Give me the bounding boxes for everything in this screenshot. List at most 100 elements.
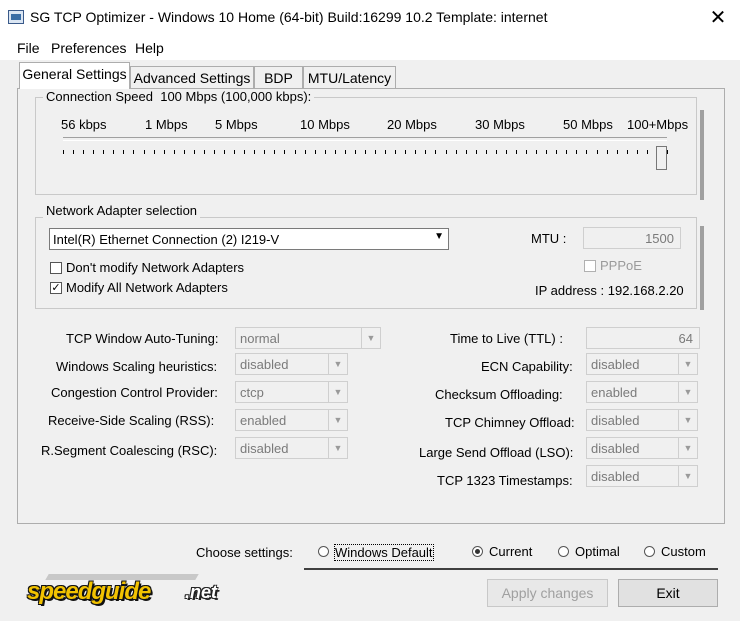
modify-all-checkbox[interactable]: ✓ [50,282,62,294]
connection-speed-group [35,97,697,195]
select-lso[interactable]: disabled ▼ [586,437,698,459]
slider-tick [667,150,668,154]
label-timestamps: TCP 1323 Timestamps: [437,473,573,488]
pppoe-label: PPPoE [600,258,642,273]
chevron-down-icon: ▼ [328,410,347,430]
option-custom[interactable]: Custom [661,544,706,559]
label-ttl: Time to Live (TTL) : [450,331,563,346]
slider-tick [496,150,497,154]
chevron-down-icon: ▼ [678,354,697,374]
exit-button[interactable]: Exit [618,579,718,607]
label-lso: Large Send Offload (LSO): [419,445,574,460]
menu-file[interactable]: File [17,40,40,56]
slider-tick [607,150,608,154]
slider-tick [355,150,356,154]
radio-optimal[interactable] [558,546,569,557]
tab-mtu-latency[interactable]: MTU/Latency [303,66,396,88]
select-chimney[interactable]: disabled ▼ [586,409,698,431]
select-rsc[interactable]: disabled ▼ [235,437,348,459]
ip-address: IP address : 192.168.2.20 [535,283,684,298]
chevron-down-icon: ▼ [678,466,697,486]
option-current[interactable]: Current [489,544,532,559]
select-ecn[interactable]: disabled ▼ [586,353,698,375]
slider-tick [395,150,396,154]
tick-label: 1 Mbps [145,117,188,132]
slider-tick [345,150,346,154]
logo-text: speedguide [27,578,151,605]
adapter-dropdown[interactable]: Intel(R) Ethernet Connection (2) I219-V … [49,228,449,250]
apply-changes-button[interactable]: Apply changes [487,579,608,607]
logo-suffix: .net [185,582,218,602]
close-icon[interactable]: ✕ [700,4,736,32]
slider-tick [617,150,618,154]
label-ecn: ECN Capability: [481,359,573,374]
select-windows-scaling[interactable]: disabled ▼ [235,353,348,375]
slider-tick [415,150,416,154]
tick-label: 100+Mbps [627,117,689,132]
label-chimney: TCP Chimney Offload: [445,415,575,430]
select-value: disabled [240,357,289,372]
option-optimal[interactable]: Optimal [575,544,620,559]
slider-tick [164,150,165,154]
select-value: disabled [591,441,640,456]
connection-speed-label: Connection Speed 100 Mbps (100,000 kbps)… [43,89,315,104]
slider-tick [305,150,306,154]
slider-tick [63,150,64,154]
select-tcp-window-auto-tuning[interactable]: normal ▼ [235,327,381,349]
menu-help[interactable]: Help [135,40,164,56]
slider-tick [365,150,366,154]
slider-tick [103,150,104,154]
speedguide-logo: speedguide .net [27,570,242,610]
pppoe-checkbox[interactable] [584,260,596,272]
slider-tick-marks [63,150,668,156]
slider-thumb[interactable] [656,146,667,170]
label-rss: Receive-Side Scaling (RSS): [48,413,215,428]
slider-tick [385,150,386,154]
slider-tick [234,150,235,154]
select-rss[interactable]: enabled ▼ [235,409,348,431]
slider-tick [264,150,265,154]
tab-advanced-settings[interactable]: Advanced Settings [130,66,254,88]
mtu-field[interactable]: 1500 [583,227,681,249]
slider-tick [556,150,557,154]
option-windows-default[interactable]: Windows Default [334,544,434,561]
slider-tick [546,150,547,154]
slider-track[interactable] [63,137,667,141]
slider-tick [597,150,598,154]
window-title: SG TCP Optimizer - Windows 10 Home (64-b… [30,9,548,25]
slider-tick [254,150,255,154]
slider-tick [224,150,225,154]
slider-tick [133,150,134,154]
tab-general-settings[interactable]: General Settings [19,62,130,89]
select-congestion-control[interactable]: ctcp ▼ [235,381,348,403]
select-value: enabled [591,385,638,400]
slider-tick [194,150,195,154]
slider-tick [516,150,517,154]
slider-tick [325,150,326,154]
slider-tick [184,150,185,154]
group-shadow [700,226,704,310]
select-value: enabled [240,413,287,428]
chevron-down-icon: ▼ [328,438,347,458]
tab-bdp[interactable]: BDP [254,66,303,88]
radio-custom[interactable] [644,546,655,557]
mtu-label: MTU : [531,231,567,246]
menu-bar: File Preferences Help [0,36,740,60]
slider-tick [274,150,275,154]
chevron-down-icon: ▼ [678,410,697,430]
tick-label: 56 kbps [61,117,107,132]
select-checksum[interactable]: enabled ▼ [586,381,698,403]
chevron-down-icon: ▼ [434,231,444,242]
select-timestamps[interactable]: disabled ▼ [586,465,698,487]
dont-modify-checkbox[interactable] [50,262,62,274]
ttl-field[interactable]: 64 [586,327,700,349]
radio-windows-default[interactable] [318,546,329,557]
menu-preferences[interactable]: Preferences [51,40,126,56]
slider-tick [456,150,457,154]
slider-tick [154,150,155,154]
tick-label: 20 Mbps [387,117,437,132]
radio-current[interactable] [472,546,483,557]
ttl-value: 64 [678,331,693,346]
slider-tick [244,150,245,154]
slider-tick [506,150,507,154]
